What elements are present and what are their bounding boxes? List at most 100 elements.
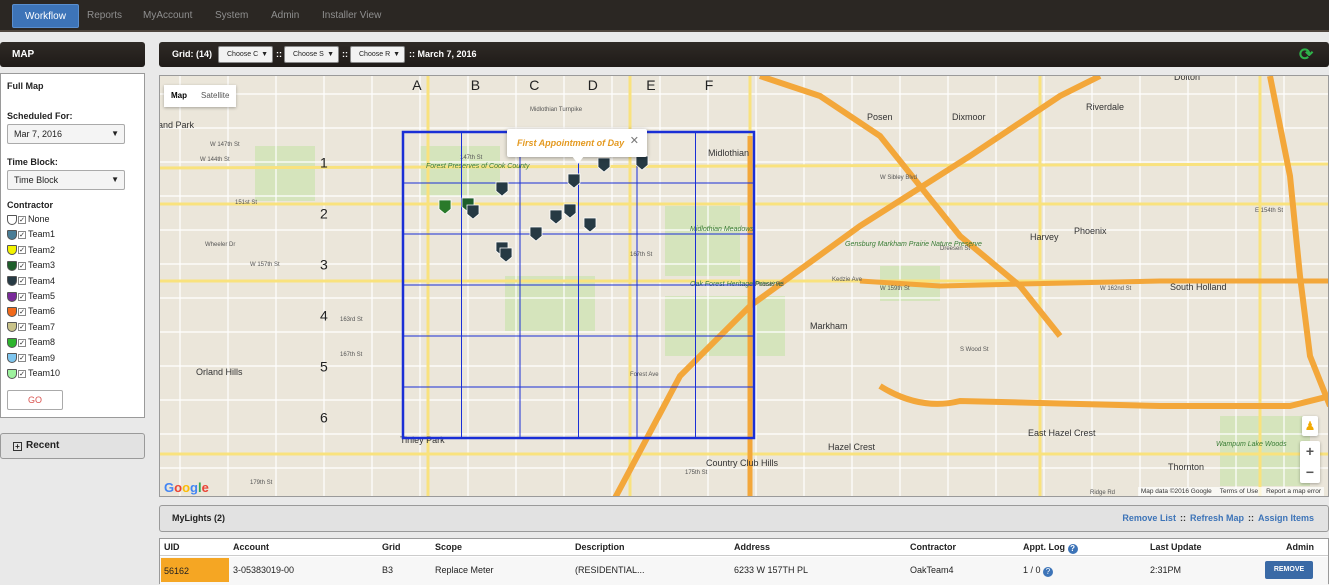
map-canvas[interactable]: Posen Dixmoor Riverdale Dolton Midlothian Har…: [160, 76, 1329, 497]
caret-down-icon: ▼: [111, 129, 119, 138]
col-scope[interactable]: Scope: [435, 539, 462, 556]
highway: [878, 383, 1328, 409]
checkbox[interactable]: ✓: [18, 323, 26, 332]
place-label: Riverdale: [1086, 102, 1124, 112]
grid-column-label: F: [705, 77, 714, 93]
col-grid[interactable]: Grid: [382, 539, 401, 556]
checkbox[interactable]: ✓: [18, 292, 26, 301]
street-view-pegman-icon[interactable]: ♟: [1302, 416, 1318, 436]
mylights-title: MyLights (2): [172, 513, 225, 523]
arterial-road: [160, 162, 1328, 170]
checkbox[interactable]: ✓: [18, 308, 26, 317]
map-pin-icon: [7, 291, 17, 302]
place-label: Midlothian: [708, 148, 749, 158]
contractor-item-team7[interactable]: ✓ Team7: [7, 321, 55, 334]
scheduled-date-select[interactable]: Mar 7, 2016 ▼: [7, 124, 125, 144]
contractor-name: Team1: [28, 229, 56, 240]
col-last-update[interactable]: Last Update: [1150, 539, 1202, 556]
checkbox[interactable]: ✓: [18, 231, 26, 240]
tab-reports[interactable]: Reports: [75, 4, 134, 28]
place-label: W 157th St: [250, 262, 280, 268]
checkbox[interactable]: ✓: [18, 215, 26, 224]
place-label: Dreesen St: [940, 246, 970, 252]
zoom-in-button[interactable]: +: [1300, 441, 1320, 462]
grid-row-label: 3: [320, 257, 328, 273]
remove-list-link[interactable]: Remove List: [1122, 513, 1176, 523]
checkbox[interactable]: ✓: [18, 354, 26, 363]
col-address[interactable]: Address: [734, 539, 770, 556]
contractor-item-team4[interactable]: ✓ Team4: [7, 275, 55, 288]
grid-toolbar: Grid: (14) Choose C ▼ :: Choose S ▼ :: Cho…: [159, 42, 1329, 67]
place-label: Wampum Lake Woods: [1216, 441, 1287, 448]
place-label: S Wood St: [960, 347, 989, 353]
last-update-cell: 2:31PM: [1150, 565, 1182, 575]
assign-items-link[interactable]: Assign Items: [1258, 513, 1314, 523]
col-appt-log[interactable]: Appt. Log ?: [1023, 539, 1078, 556]
place-label: Forest Ave: [630, 372, 659, 378]
park-area: [665, 206, 740, 276]
scheduled-date-value: Mar 7, 2016: [14, 129, 63, 139]
tab-admin[interactable]: Admin: [259, 4, 311, 28]
col-contractor[interactable]: Contractor: [910, 539, 956, 556]
help-icon[interactable]: ?: [1067, 544, 1078, 554]
contractor-item-team6[interactable]: ✓ Team6: [7, 305, 55, 318]
col-description[interactable]: Description: [575, 539, 625, 556]
uid-cell[interactable]: 56162: [161, 558, 229, 582]
map-view[interactable]: Posen Dixmoor Riverdale Dolton Midlothian Har…: [159, 75, 1329, 497]
map-pin-icon: [7, 230, 17, 241]
appt-log-value: 1 / 0: [1023, 565, 1041, 575]
time-block-select[interactable]: Time Block ▼: [7, 170, 125, 190]
choose-c-select[interactable]: Choose C ▼: [218, 46, 273, 63]
contractor-item-team8[interactable]: ✓ Team8: [7, 336, 55, 349]
map-pin-icon: [7, 368, 17, 379]
checkbox[interactable]: ✓: [18, 261, 26, 270]
contractor-item-team9[interactable]: ✓ Team9: [7, 352, 55, 365]
place-label: 151st St: [235, 200, 257, 206]
contractor-item-team10[interactable]: ✓ Team10: [7, 367, 60, 380]
remove-button[interactable]: REMOVE: [1265, 561, 1313, 579]
grid-column-label: D: [588, 77, 598, 93]
park-area: [665, 296, 785, 356]
tab-system[interactable]: System: [203, 4, 260, 28]
table-row[interactable]: 56162 3-05383019-00 B3 Replace Meter (RE…: [160, 557, 1328, 585]
checkbox[interactable]: ✓: [18, 277, 26, 286]
contractor-name: Team3: [28, 260, 56, 271]
checkbox[interactable]: ✓: [18, 369, 26, 378]
separator: ::: [1247, 513, 1254, 523]
contractor-name: None: [28, 214, 50, 224]
grid-column-label: E: [646, 77, 655, 93]
contractor-item-none[interactable]: ✓ None: [7, 213, 50, 226]
place-label: 167th St: [340, 352, 363, 358]
checkbox[interactable]: ✓: [18, 338, 26, 347]
map-type-satellite-button[interactable]: Satellite: [194, 85, 236, 107]
separator: ::: [342, 49, 348, 59]
tab-installer-view[interactable]: Installer View: [310, 4, 393, 28]
choose-s-select[interactable]: Choose S ▼: [284, 46, 339, 63]
close-icon[interactable]: ✕: [630, 134, 639, 147]
contractor-item-team2[interactable]: ✓ Team2: [7, 244, 55, 257]
tab-workflow[interactable]: Workflow: [12, 4, 79, 28]
help-icon[interactable]: ?: [1043, 567, 1054, 577]
refresh-icon[interactable]: ⟳: [1299, 45, 1319, 65]
go-button[interactable]: GO: [7, 390, 63, 410]
col-account[interactable]: Account: [233, 539, 269, 556]
contractor-item-team1[interactable]: ✓ Team1: [7, 228, 55, 241]
caret-down-icon: ▼: [261, 51, 268, 58]
place-label: Kedzie Ave: [832, 277, 863, 283]
tab-myaccount[interactable]: MyAccount: [131, 4, 204, 28]
place-label: W Sibley Blvd: [880, 175, 917, 181]
refresh-map-link[interactable]: Refresh Map: [1190, 513, 1244, 523]
contractor-item-team3[interactable]: ✓ Team3: [7, 259, 55, 272]
report-map-error-link[interactable]: Report a map error: [1266, 488, 1321, 495]
contractor-item-team5[interactable]: ✓ Team5: [7, 290, 55, 303]
map-pin-icon: [7, 214, 17, 225]
map-type-map-button[interactable]: Map: [164, 85, 194, 107]
choose-r-select[interactable]: Choose R ▼: [350, 46, 405, 63]
col-uid[interactable]: UID: [164, 539, 180, 556]
checkbox[interactable]: ✓: [18, 246, 26, 255]
terms-of-use-link[interactable]: Terms of Use: [1220, 488, 1258, 495]
zoom-out-button[interactable]: −: [1300, 462, 1320, 483]
grid-row-label: 4: [320, 308, 328, 324]
place-label: W 147th St: [210, 142, 240, 148]
recent-panel-toggle[interactable]: + Recent: [0, 433, 145, 459]
